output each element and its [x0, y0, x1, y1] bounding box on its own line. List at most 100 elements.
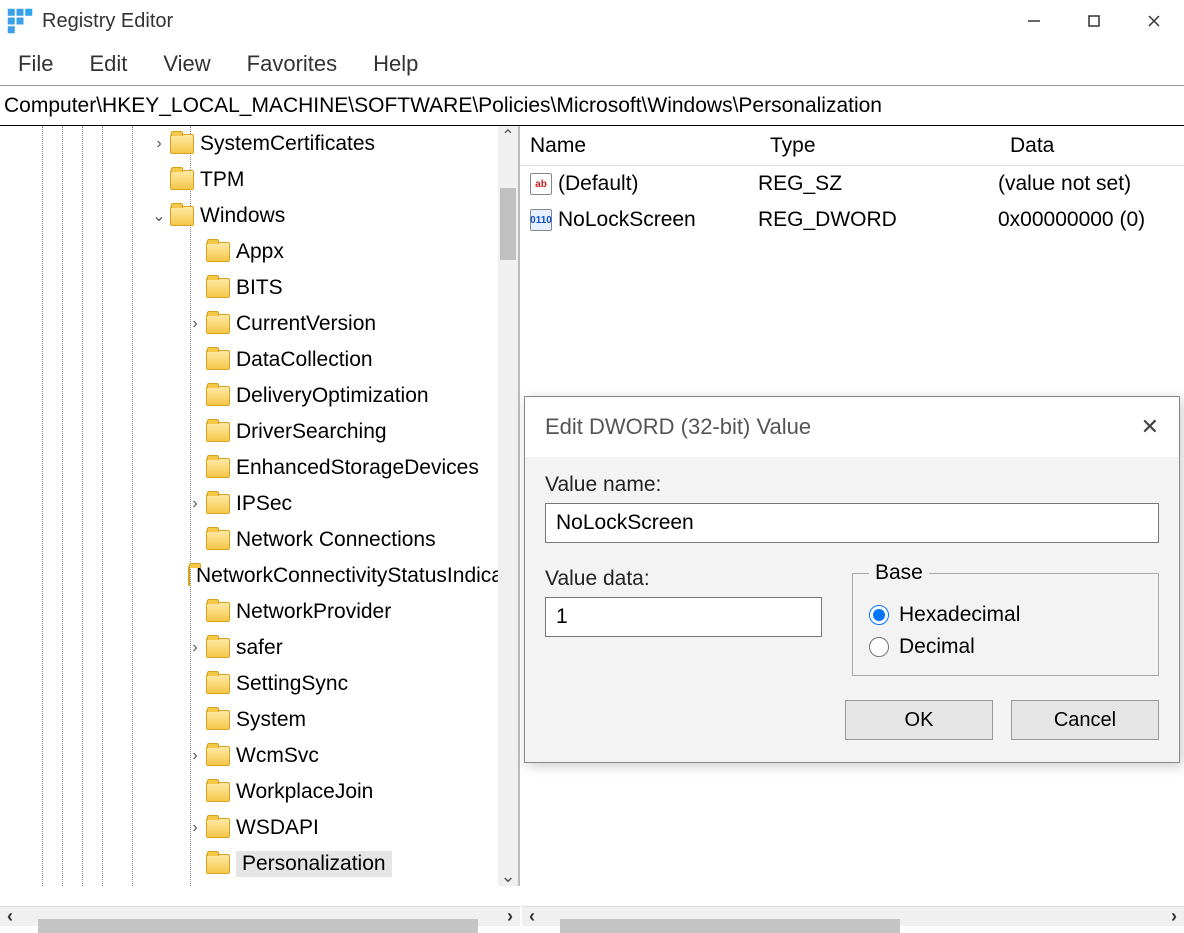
column-data[interactable]: Data — [1000, 134, 1184, 158]
tree-item-label: DriverSearching — [236, 420, 387, 443]
base-fieldset: Base Hexadecimal Decimal — [852, 561, 1159, 676]
maximize-button[interactable] — [1064, 0, 1124, 42]
menu-view[interactable]: View — [149, 45, 224, 83]
close-button[interactable] — [1124, 0, 1184, 42]
menu-edit[interactable]: Edit — [75, 45, 141, 83]
tree-item-networkprovider[interactable]: NetworkProvider — [0, 594, 500, 630]
value-row[interactable]: 0110NoLockScreenREG_DWORD0x00000000 (0) — [520, 202, 1184, 238]
ok-button[interactable]: OK — [845, 700, 993, 740]
tree-item-label: NetworkProvider — [236, 600, 391, 623]
folder-icon — [206, 854, 230, 874]
tree-vertical-scrollbar[interactable]: ⌃ ⌄ — [498, 126, 518, 886]
scroll-left-icon[interactable]: ‹ — [522, 907, 542, 927]
value-name-input[interactable] — [545, 503, 1159, 543]
chevron-right-icon[interactable]: › — [186, 315, 204, 333]
value-data: (value not set) — [998, 172, 1184, 196]
tree-item-label: Network Connections — [236, 528, 436, 551]
value-type: REG_SZ — [758, 172, 998, 196]
scroll-up-icon[interactable]: ⌃ — [498, 126, 518, 146]
tree-item-safer[interactable]: ›safer — [0, 630, 500, 666]
tree-item-system[interactable]: System — [0, 702, 500, 738]
tree-item-label: IPSec — [236, 492, 292, 515]
column-type[interactable]: Type — [760, 134, 1000, 158]
chevron-right-icon[interactable]: › — [150, 135, 168, 153]
folder-icon — [206, 602, 230, 622]
tree-item-wsdapi[interactable]: ›WSDAPI — [0, 810, 500, 846]
tree-item-appx[interactable]: Appx — [0, 234, 500, 270]
window-title: Registry Editor — [42, 10, 1004, 33]
tree-horizontal-scrollbar[interactable]: ‹ › — [0, 906, 520, 926]
chevron-down-icon[interactable]: ⌄ — [150, 206, 168, 226]
tree-item-enhancedstoragedevices[interactable]: EnhancedStorageDevices — [0, 450, 500, 486]
tree-item-label: EnhancedStorageDevices — [236, 456, 479, 479]
tree-item-systemcertificates[interactable]: › SystemCertificates — [0, 126, 500, 162]
value-row[interactable]: ab (Default)REG_SZ(value not set) — [520, 166, 1184, 202]
folder-icon — [206, 422, 230, 442]
tree-pane: › SystemCertificates TPM⌄Windows Appx BITS › C… — [0, 126, 520, 886]
radio-dec-input[interactable] — [869, 637, 889, 657]
chevron-right-icon[interactable]: › — [186, 495, 204, 513]
scroll-down-icon[interactable]: ⌄ — [498, 866, 518, 886]
chevron-right-icon[interactable]: › — [186, 747, 204, 765]
chevron-right-icon[interactable]: › — [186, 819, 204, 837]
column-name[interactable]: Name — [520, 134, 760, 158]
address-bar[interactable]: Computer\HKEY_LOCAL_MACHINE\SOFTWARE\Pol… — [0, 86, 1184, 126]
value-data: 0x00000000 (0) — [998, 208, 1184, 232]
folder-icon — [206, 710, 230, 730]
tree-item-bits[interactable]: BITS — [0, 270, 500, 306]
tree-item-personalization[interactable]: Personalization — [0, 846, 500, 882]
folder-icon — [206, 746, 230, 766]
tree-item-label: DataCollection — [236, 348, 373, 371]
chevron-right-icon[interactable]: › — [186, 639, 204, 657]
tree-item-label: NetworkConnectivityStatusIndicator — [196, 564, 520, 587]
tree-item-ipsec[interactable]: › IPSec — [0, 486, 500, 522]
tree-item-label: CurrentVersion — [236, 312, 376, 335]
radio-decimal[interactable]: Decimal — [869, 635, 1142, 659]
reg-sz-icon: ab — [530, 173, 552, 195]
tree-item-settingsync[interactable]: SettingSync — [0, 666, 500, 702]
folder-icon — [206, 818, 230, 838]
scroll-left-icon[interactable]: ‹ — [0, 907, 20, 927]
radio-hexadecimal[interactable]: Hexadecimal — [869, 603, 1142, 627]
tree-item-wcmsvc[interactable]: ›WcmSvc — [0, 738, 500, 774]
value-type: REG_DWORD — [758, 208, 998, 232]
dialog-titlebar[interactable]: Edit DWORD (32-bit) Value ✕ — [525, 397, 1179, 457]
titlebar: Registry Editor — [0, 0, 1184, 42]
folder-icon — [206, 530, 230, 550]
values-horizontal-scrollbar[interactable]: ‹ › — [522, 906, 1184, 926]
folder-icon — [206, 674, 230, 694]
dialog-close-icon[interactable]: ✕ — [1141, 414, 1159, 440]
tree-item-currentversion[interactable]: › CurrentVersion — [0, 306, 500, 342]
tree-item-label: System — [236, 708, 306, 731]
folder-icon — [170, 206, 194, 226]
tree-item-label: SettingSync — [236, 672, 348, 695]
tree-item-deliveryoptimization[interactable]: DeliveryOptimization — [0, 378, 500, 414]
tree-item-workplacejoin[interactable]: WorkplaceJoin — [0, 774, 500, 810]
radio-hex-input[interactable] — [869, 605, 889, 625]
tree-item-windows[interactable]: ⌄Windows — [0, 198, 500, 234]
menu-favorites[interactable]: Favorites — [233, 45, 351, 83]
minimize-button[interactable] — [1004, 0, 1064, 42]
tree-item-label: SystemCertificates — [200, 132, 375, 155]
tree-item-tpm[interactable]: TPM — [0, 162, 500, 198]
scroll-thumb[interactable] — [500, 188, 516, 260]
menubar: File Edit View Favorites Help — [0, 42, 1184, 86]
value-data-label: Value data: — [545, 567, 822, 591]
tree-item-network-connections[interactable]: Network Connections — [0, 522, 500, 558]
tree-item-label: BITS — [236, 276, 283, 299]
menu-file[interactable]: File — [4, 45, 67, 83]
value-data-input[interactable] — [545, 597, 822, 637]
folder-icon — [206, 278, 230, 298]
value-name: (Default) — [558, 172, 758, 196]
folder-icon — [170, 170, 194, 190]
tree-item-driversearching[interactable]: DriverSearching — [0, 414, 500, 450]
tree-item-datacollection[interactable]: DataCollection — [0, 342, 500, 378]
tree-item-networkconnectivitystatusindicator[interactable]: NetworkConnectivityStatusIndicator — [0, 558, 500, 594]
scroll-right-icon[interactable]: › — [1164, 907, 1184, 927]
tree-item-label: Appx — [236, 240, 284, 263]
cancel-button[interactable]: Cancel — [1011, 700, 1159, 740]
scroll-right-icon[interactable]: › — [500, 907, 520, 927]
address-path: Computer\HKEY_LOCAL_MACHINE\SOFTWARE\Pol… — [4, 94, 882, 118]
reg-dword-icon: 0110 — [530, 209, 552, 231]
menu-help[interactable]: Help — [359, 45, 432, 83]
